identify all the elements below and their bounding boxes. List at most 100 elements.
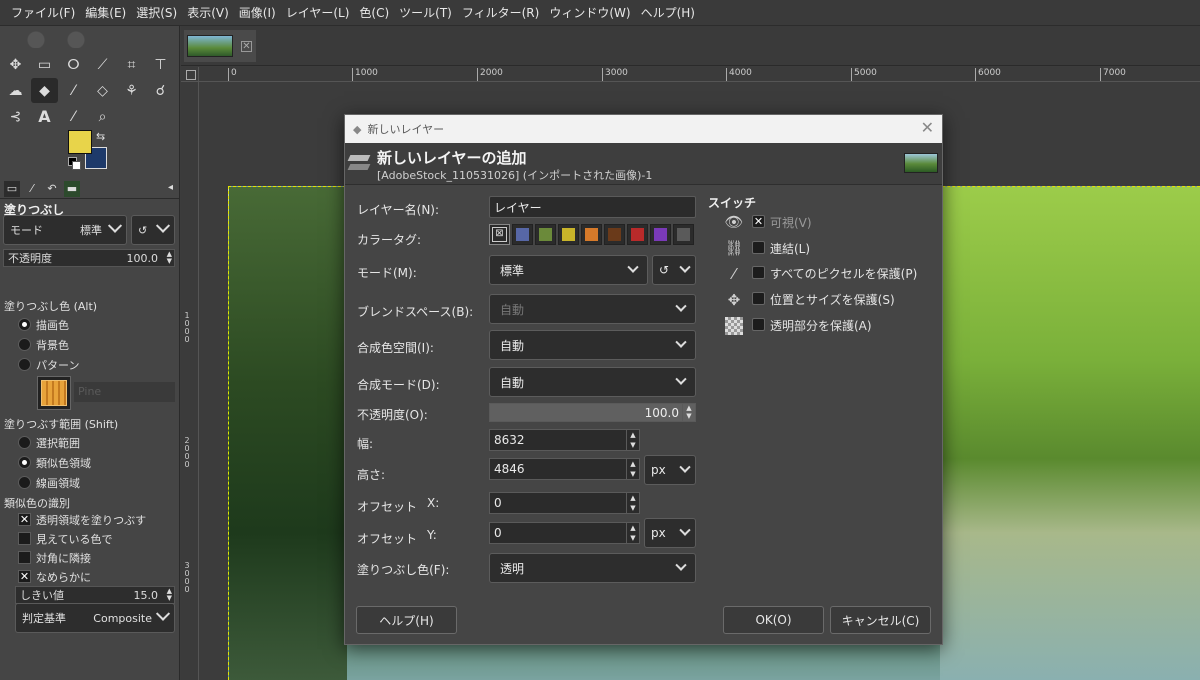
height-input[interactable]: 4846 ▲ ▼ — [489, 458, 640, 480]
mode-reset-combo[interactable]: ↺ — [131, 215, 175, 245]
tool-options-tab-icon[interactable]: ▭ — [4, 180, 20, 197]
unified-transform-tool-icon[interactable]: ⊤ — [147, 52, 174, 77]
color-tag-swatch[interactable] — [627, 224, 648, 245]
color-tag-swatch[interactable] — [604, 224, 625, 245]
menu-item[interactable]: ファイル(F) — [6, 4, 80, 21]
smudge-tool-icon[interactable]: ☌ — [147, 78, 174, 103]
spin-arrows-icon[interactable]: ▲ ▼ — [626, 493, 639, 513]
mode-select[interactable]: 標準 — [489, 255, 648, 285]
lock-pixels-checkbox[interactable] — [752, 266, 765, 279]
mode-reset-button[interactable]: ↺ — [652, 255, 696, 285]
ruler-left[interactable]: 1000 2000 3000 — [181, 82, 199, 680]
menu-item[interactable]: ヘルプ(H) — [636, 4, 700, 21]
warp-tool-icon[interactable]: ☁ — [2, 78, 29, 103]
foreground-color[interactable] — [68, 130, 92, 154]
text-tool-icon[interactable]: A — [31, 104, 58, 129]
crop-tool-icon[interactable]: ⌗ — [118, 52, 145, 77]
color-tag-swatch[interactable] — [581, 224, 602, 245]
check-fill-transparent[interactable]: ✕ — [18, 513, 31, 526]
mode-combo[interactable]: モード 標準 — [3, 215, 127, 245]
spin-arrows-icon[interactable]: ▲ ▼ — [682, 404, 695, 421]
help-button[interactable]: ヘルプ(H) — [356, 606, 457, 634]
bucket-fill-tool-icon[interactable]: ◆ — [31, 78, 58, 103]
lock-position-checkbox[interactable] — [752, 292, 765, 305]
criterion-combo[interactable]: 判定基準 Composite — [15, 603, 175, 633]
size-unit-select[interactable]: px — [644, 455, 696, 485]
ruler-corner-icon[interactable] — [181, 67, 199, 82]
composite-space-select[interactable]: 自動 — [489, 330, 696, 360]
lasso-tool-icon[interactable]: ⵔ — [60, 52, 87, 77]
offset-y-input[interactable]: 0 ▲ ▼ — [489, 522, 640, 544]
menu-item[interactable]: レイヤー(L) — [281, 4, 355, 21]
rect-select-tool-icon[interactable]: ▭ — [31, 52, 58, 77]
check-antialias[interactable]: ✕ — [18, 570, 31, 583]
offset-x-input[interactable]: 0 ▲ ▼ — [489, 492, 640, 514]
radio-selection[interactable] — [18, 436, 31, 449]
close-icon[interactable]: ✕ — [921, 120, 934, 136]
opacity-field[interactable]: 不透明度 100.0 ▲ ▼ — [3, 249, 175, 267]
ruler-tick: 7000 — [1100, 68, 1126, 81]
visible-checkbox[interactable]: ✕ — [752, 215, 765, 228]
dock-menu-icon[interactable]: ◂ — [168, 182, 173, 193]
close-icon[interactable]: ✕ — [241, 40, 252, 52]
width-input[interactable]: 8632 ▲ ▼ — [489, 429, 640, 451]
spin-arrows-icon[interactable]: ▲ ▼ — [626, 523, 639, 543]
checkerboard-icon — [725, 317, 743, 335]
color-tag-swatch[interactable] — [535, 224, 556, 245]
threshold-field[interactable]: しきい値 15.0 ▲ ▼ — [15, 586, 175, 604]
menu-item[interactable]: 表示(V) — [182, 4, 234, 21]
spin-arrows-icon[interactable]: ▲ ▼ — [626, 430, 639, 450]
composite-mode-select[interactable]: 自動 — [489, 367, 696, 397]
pattern-swatch[interactable] — [37, 376, 71, 410]
reset-colors-icon[interactable] — [68, 157, 81, 170]
color-picker-tool-icon[interactable]: ⁄ — [60, 104, 87, 129]
ruler-top[interactable]: 0 1000 2000 3000 4000 5000 6000 7000 — [199, 67, 1200, 82]
opacity-slider[interactable]: 100.0 ▲ ▼ — [489, 403, 696, 422]
fuzzy-select-tool-icon[interactable]: ⟋ — [89, 52, 116, 77]
menu-item[interactable]: 画像(I) — [234, 4, 281, 21]
lock-alpha-checkbox[interactable] — [752, 318, 765, 331]
swap-colors-icon[interactable]: ⇆ — [96, 130, 105, 143]
dialog-titlebar: ◆ 新しいレイヤー ✕ — [345, 115, 942, 143]
spin-arrows-icon[interactable]: ▲ ▼ — [626, 459, 639, 479]
menu-item[interactable]: ツール(T) — [394, 4, 457, 21]
menu-item[interactable]: ウィンドウ(W) — [544, 4, 635, 21]
color-tag-swatch[interactable] — [558, 224, 579, 245]
ok-button[interactable]: OK(O) — [723, 606, 824, 634]
zoom-tool-icon[interactable]: ⌕ — [89, 104, 116, 129]
spin-arrows-icon[interactable]: ▲ ▼ — [167, 588, 172, 602]
image-tab[interactable]: ✕ — [184, 30, 256, 62]
offset-unit-select[interactable]: px — [644, 518, 696, 548]
clone-tool-icon[interactable]: ⚘ — [118, 78, 145, 103]
reset-mode-icon: ↺ — [659, 263, 670, 277]
paintbrush-tool-icon[interactable]: ⁄ — [60, 78, 87, 103]
radio-fg-color[interactable] — [18, 318, 31, 331]
color-tag-swatch[interactable] — [650, 224, 671, 245]
device-status-tab-icon[interactable]: ⁄ — [24, 181, 40, 197]
radio-bg-color[interactable] — [18, 338, 31, 351]
menu-item[interactable]: 選択(S) — [131, 4, 182, 21]
check-diagonal[interactable] — [18, 551, 31, 564]
pattern-name[interactable]: Pine — [74, 382, 175, 402]
blend-space-select[interactable]: 自動 — [489, 294, 696, 324]
radio-line-art[interactable] — [18, 476, 31, 489]
linked-checkbox[interactable] — [752, 241, 765, 254]
spin-arrows-icon[interactable]: ▲ ▼ — [167, 251, 172, 265]
cancel-button[interactable]: キャンセル(C) — [830, 606, 931, 634]
color-tag-swatch[interactable] — [673, 224, 694, 245]
images-tab-icon[interactable]: ▬ — [64, 180, 80, 197]
check-sample-merged[interactable] — [18, 532, 31, 545]
color-tag-swatch[interactable] — [512, 224, 533, 245]
color-tag-none[interactable]: ⊠ — [489, 224, 510, 245]
radio-similar[interactable] — [18, 456, 31, 469]
radio-pattern[interactable] — [18, 358, 31, 371]
layer-name-input[interactable]: レイヤー — [489, 196, 696, 218]
menu-item[interactable]: フィルター(R) — [457, 4, 544, 21]
eraser-tool-icon[interactable]: ◇ — [89, 78, 116, 103]
menu-item[interactable]: 色(C) — [354, 4, 394, 21]
paths-tool-icon[interactable]: ⊰ — [2, 104, 29, 129]
fill-select[interactable]: 透明 — [489, 553, 696, 583]
undo-history-tab-icon[interactable]: ↶ — [44, 181, 60, 197]
menu-item[interactable]: 編集(E) — [80, 4, 131, 21]
move-tool-icon[interactable]: ✥ — [2, 52, 29, 77]
